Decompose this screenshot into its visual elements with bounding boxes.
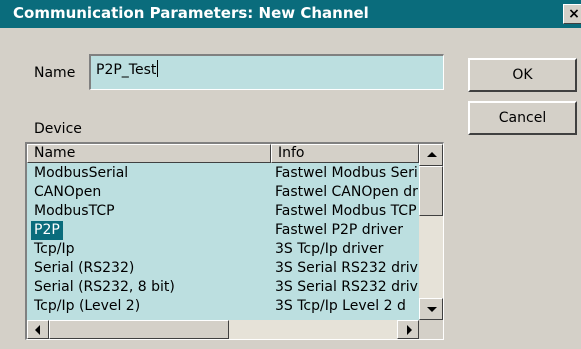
title-bar[interactable]: Communication Parameters: New Channel × (0, 0, 581, 28)
device-rows: ModbusSerial Fastwel Modbus Seri CANOpen… (27, 164, 419, 316)
close-icon[interactable]: × (563, 4, 581, 24)
column-header-info[interactable]: Info (271, 144, 419, 163)
column-header-name[interactable]: Name (27, 144, 271, 163)
name-input[interactable]: P2P_Test (89, 54, 444, 90)
device-name: Serial (RS232, 8 bit) (34, 279, 175, 295)
name-input-value: P2P_Test (96, 62, 157, 78)
arrow-down-icon (427, 307, 437, 312)
scroll-right-button[interactable] (397, 320, 419, 339)
device-info: 3S Tcp/Ip driver (275, 241, 384, 257)
device-name: ModbusSerial (34, 165, 129, 181)
device-info: 3S Tcp/Ip Level 2 d (275, 298, 406, 314)
scroll-up-button[interactable] (419, 144, 443, 166)
device-list[interactable]: Name Info ModbusSerial Fastwel Modbus Se… (25, 142, 444, 340)
scroll-left-button[interactable] (27, 320, 49, 339)
scrollbar-corner (419, 320, 443, 339)
vertical-scrollbar[interactable] (419, 144, 443, 320)
dialog-window: Communication Parameters: New Channel × … (0, 0, 581, 349)
cancel-button[interactable]: Cancel (468, 101, 577, 135)
arrow-up-icon (427, 152, 437, 157)
text-caret (157, 60, 159, 77)
device-info: Fastwel Modbus TCP (275, 203, 417, 219)
device-info: Fastwel CANOpen dr (275, 184, 418, 200)
device-row-tcpip-level2[interactable]: Tcp/Ip (Level 2) 3S Tcp/Ip Level 2 d (27, 297, 419, 316)
scroll-down-button[interactable] (419, 298, 443, 320)
dialog-title: Communication Parameters: New Channel (13, 4, 369, 22)
device-row-canopen[interactable]: CANOpen Fastwel CANOpen dr (27, 183, 419, 202)
arrow-left-icon (35, 325, 40, 335)
device-name: ModbusTCP (34, 203, 115, 219)
device-info: Fastwel Modbus Seri (275, 165, 418, 181)
device-name: Tcp/Ip (Level 2) (34, 298, 141, 314)
device-row-serial-rs232[interactable]: Serial (RS232) 3S Serial RS232 driv (27, 259, 419, 278)
device-row-modbustcp[interactable]: ModbusTCP Fastwel Modbus TCP (27, 202, 419, 221)
device-row-p2p[interactable]: P2P Fastwel P2P driver (27, 221, 419, 240)
device-row-serial-rs232-8bit[interactable]: Serial (RS232, 8 bit) 3S Serial RS232 dr… (27, 278, 419, 297)
device-name: Tcp/Ip (34, 241, 75, 257)
device-name: P2P (31, 221, 63, 240)
device-list-header: Name Info (27, 144, 419, 163)
device-info: 3S Serial RS232 driv (275, 279, 418, 295)
device-name: CANOpen (34, 184, 102, 200)
ok-button[interactable]: OK (468, 58, 577, 92)
device-name: Serial (RS232) (34, 260, 135, 276)
horizontal-scroll-thumb[interactable] (49, 320, 229, 339)
device-row-tcpip[interactable]: Tcp/Ip 3S Tcp/Ip driver (27, 240, 419, 259)
name-label: Name (34, 65, 76, 81)
device-label: Device (34, 121, 82, 137)
horizontal-scrollbar[interactable] (27, 320, 419, 339)
device-info: 3S Serial RS232 driv (275, 260, 418, 276)
device-row-modbusserial[interactable]: ModbusSerial Fastwel Modbus Seri (27, 164, 419, 183)
vertical-scroll-thumb[interactable] (419, 166, 443, 216)
arrow-right-icon (407, 325, 412, 335)
device-info: Fastwel P2P driver (275, 222, 403, 238)
